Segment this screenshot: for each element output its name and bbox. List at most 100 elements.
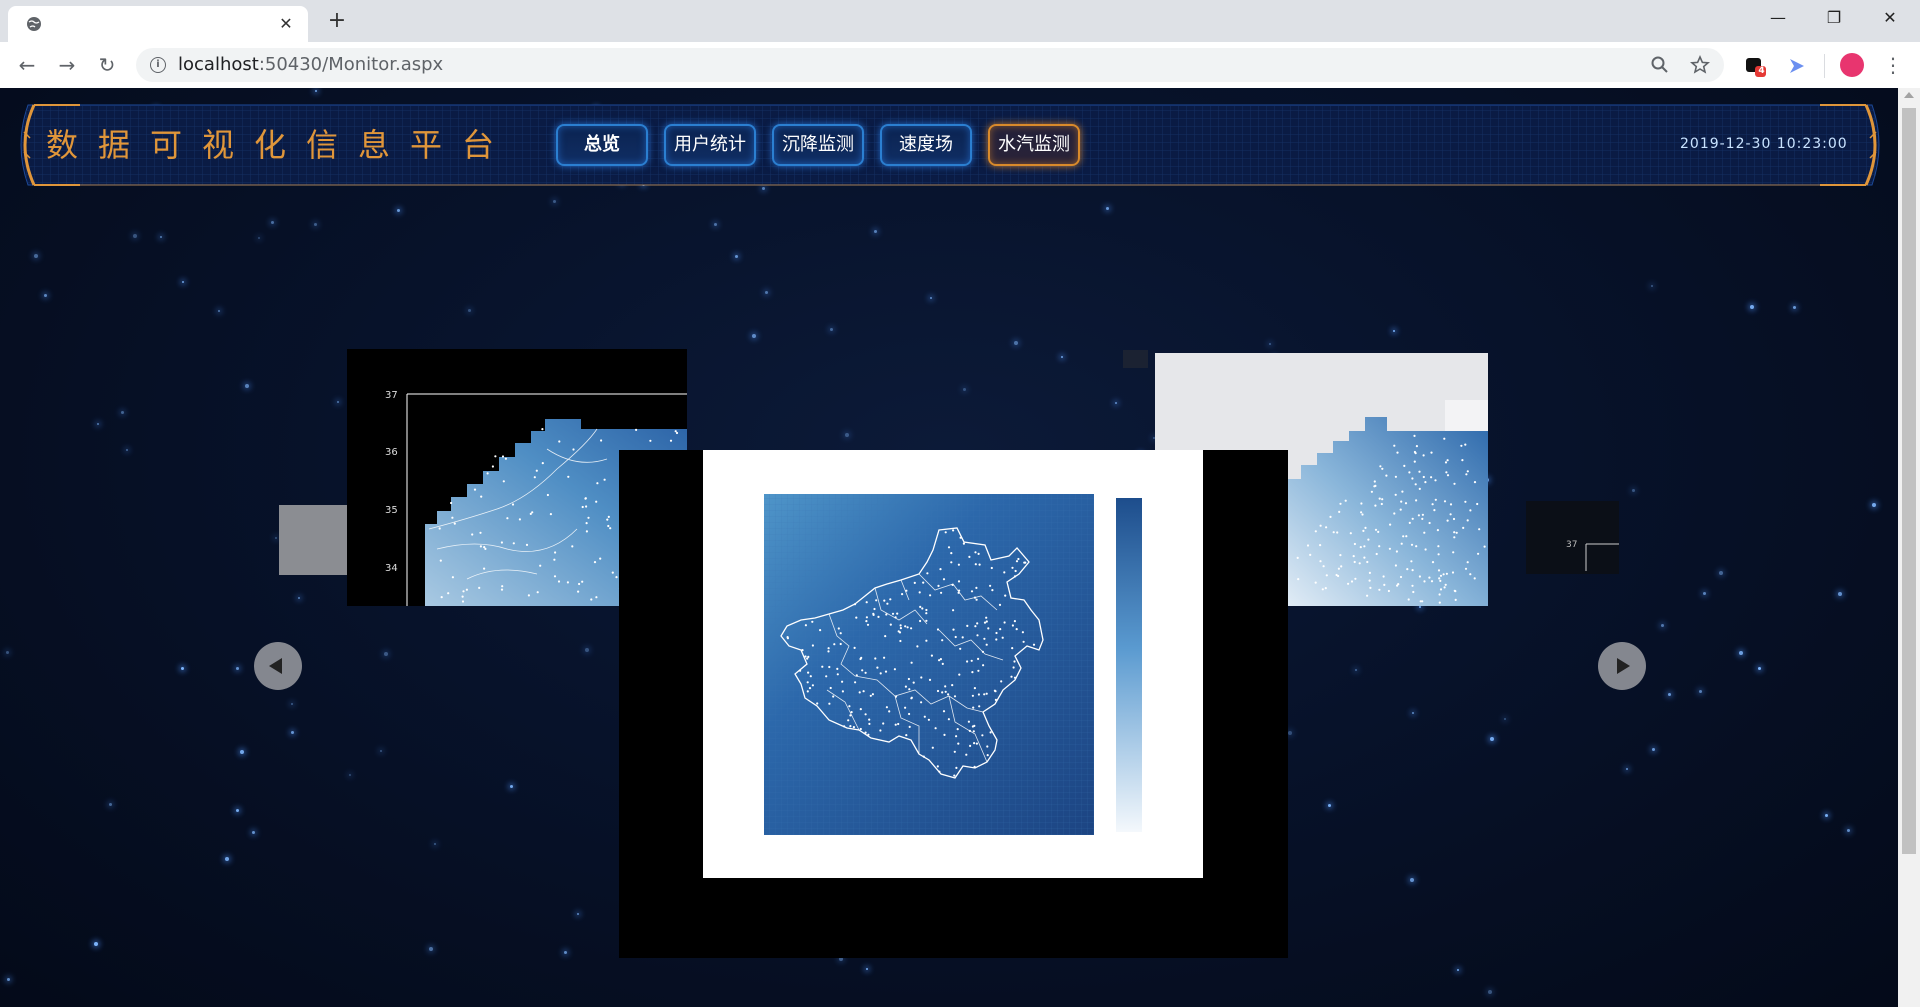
station-dot bbox=[1404, 502, 1408, 505]
station-dot bbox=[936, 765, 939, 768]
star-particle bbox=[1703, 592, 1706, 595]
station-dot bbox=[1437, 545, 1440, 548]
station-dot bbox=[799, 669, 802, 672]
close-window-button[interactable]: ✕ bbox=[1862, 0, 1918, 36]
station-dot bbox=[891, 612, 895, 615]
translate-extension-icon[interactable] bbox=[1786, 55, 1808, 77]
station-dot bbox=[1413, 434, 1416, 437]
station-dot bbox=[1373, 485, 1376, 488]
star-particle bbox=[874, 230, 877, 233]
station-dot bbox=[1428, 521, 1431, 525]
reload-button[interactable]: ↻ bbox=[92, 50, 122, 80]
station-dot bbox=[1465, 473, 1468, 476]
station-dot bbox=[957, 591, 960, 594]
star-particle bbox=[765, 291, 768, 294]
station-dot bbox=[1000, 680, 1003, 683]
station-dot bbox=[976, 622, 979, 625]
back-button[interactable]: ← bbox=[12, 50, 42, 80]
browser-menu-icon[interactable]: ⋮ bbox=[1878, 50, 1908, 80]
station-dot bbox=[1329, 515, 1332, 518]
station-dot bbox=[607, 524, 610, 528]
station-dot bbox=[989, 731, 992, 734]
station-dot bbox=[807, 655, 810, 658]
station-dot bbox=[852, 726, 855, 729]
tab-water-vapor[interactable]: 水汽监测 bbox=[988, 124, 1080, 166]
station-dot bbox=[1353, 542, 1356, 546]
browser-tab[interactable]: ✕ bbox=[8, 6, 308, 42]
profile-avatar[interactable] bbox=[1840, 53, 1864, 77]
tab-user-stats[interactable]: 用户统计 bbox=[664, 124, 756, 166]
station-dot bbox=[553, 558, 556, 561]
station-dot bbox=[606, 518, 609, 521]
carousel-prev-button[interactable] bbox=[254, 642, 302, 690]
station-dot bbox=[1010, 675, 1013, 678]
station-dot bbox=[607, 515, 610, 518]
station-dot bbox=[950, 552, 953, 555]
carousel-slide-center[interactable] bbox=[619, 450, 1288, 958]
tab-close-icon[interactable]: ✕ bbox=[276, 14, 296, 34]
station-dot bbox=[973, 596, 977, 599]
station-dot bbox=[825, 675, 828, 678]
minimize-button[interactable]: — bbox=[1750, 0, 1806, 36]
station-dot bbox=[1421, 513, 1424, 516]
carousel-next-button[interactable] bbox=[1598, 642, 1646, 690]
water-vapor-map bbox=[764, 494, 1142, 835]
new-tab-button[interactable]: + bbox=[324, 8, 350, 34]
station-dot bbox=[874, 657, 877, 660]
station-dot bbox=[896, 612, 899, 615]
station-dot bbox=[944, 531, 947, 534]
station-dot bbox=[888, 710, 891, 713]
page-scrollbar[interactable] bbox=[1898, 88, 1920, 1007]
station-dot bbox=[1325, 526, 1328, 529]
station-dot bbox=[974, 563, 977, 566]
site-info-icon[interactable]: i bbox=[150, 57, 166, 73]
station-dot bbox=[849, 714, 852, 717]
address-bar[interactable]: i localhost:50430/Monitor.aspx bbox=[136, 48, 1724, 82]
station-dot bbox=[801, 649, 804, 652]
tab-overview[interactable]: 总览 bbox=[556, 124, 648, 166]
station-dot bbox=[1373, 480, 1376, 483]
station-dot bbox=[1399, 575, 1403, 579]
station-dot bbox=[1466, 470, 1469, 473]
station-dot bbox=[983, 637, 986, 640]
station-dot bbox=[1444, 461, 1448, 464]
forward-button[interactable]: → bbox=[52, 50, 82, 80]
dashboard-header: 数据可视化信息平台 总览 用户统计 沉降监测 速度场 水汽监测 2019-12-… bbox=[10, 102, 1890, 188]
station-dot bbox=[889, 623, 892, 626]
station-dot bbox=[1347, 582, 1350, 585]
station-dot bbox=[809, 675, 812, 678]
station-dot bbox=[1359, 546, 1362, 549]
search-icon[interactable] bbox=[1650, 55, 1670, 75]
station-dot bbox=[889, 598, 892, 601]
star-particle bbox=[1626, 768, 1628, 770]
restore-button[interactable]: ❐ bbox=[1806, 0, 1862, 36]
tab-velocity-field[interactable]: 速度场 bbox=[880, 124, 972, 166]
star-particle bbox=[337, 401, 339, 403]
station-dot bbox=[929, 594, 932, 597]
station-dot bbox=[1335, 573, 1338, 577]
station-dot bbox=[1393, 512, 1396, 515]
station-dot bbox=[506, 517, 509, 520]
url-text[interactable]: localhost:50430/Monitor.aspx bbox=[178, 48, 443, 82]
carousel-slide-far-right[interactable]: 37 bbox=[1526, 501, 1619, 574]
station-dot bbox=[994, 690, 997, 693]
star-icon[interactable] bbox=[1690, 55, 1710, 75]
station-dot bbox=[904, 685, 907, 688]
station-dot bbox=[957, 742, 960, 745]
station-dot bbox=[462, 590, 465, 593]
station-dot bbox=[906, 626, 909, 629]
station-dot bbox=[581, 580, 584, 583]
station-dot bbox=[585, 530, 588, 533]
star-particle bbox=[181, 667, 184, 670]
station-dot bbox=[920, 701, 923, 704]
station-dot bbox=[1437, 569, 1441, 572]
station-dot bbox=[1445, 471, 1448, 474]
station-dot bbox=[1446, 474, 1450, 477]
station-dot bbox=[478, 586, 481, 589]
scrollbar-thumb[interactable] bbox=[1902, 108, 1916, 854]
station-dot bbox=[1417, 514, 1420, 517]
station-dot bbox=[1366, 594, 1369, 597]
station-dot bbox=[1363, 545, 1366, 548]
scroll-up-icon[interactable] bbox=[1904, 92, 1914, 98]
tab-subsidence[interactable]: 沉降监测 bbox=[772, 124, 864, 166]
